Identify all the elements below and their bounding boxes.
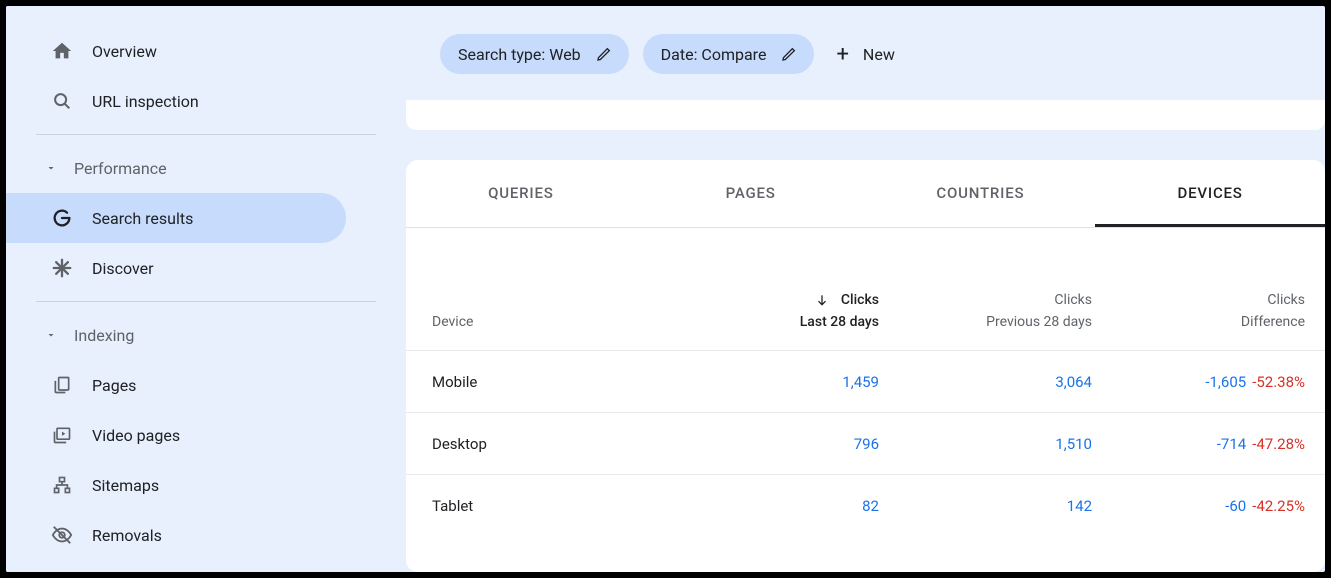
- cell-current: 1,459: [686, 373, 899, 391]
- new-label: New: [863, 45, 895, 64]
- filter-bar: Search type: Web Date: Compare + New: [406, 6, 1325, 100]
- divider: [36, 301, 376, 302]
- cell-current: 796: [686, 435, 899, 453]
- tab-pages[interactable]: PAGES: [636, 160, 866, 227]
- search-icon: [50, 89, 74, 113]
- plus-icon: +: [836, 42, 848, 67]
- tab-queries[interactable]: QUERIES: [406, 160, 636, 227]
- divider: [36, 134, 376, 135]
- arrow-down-icon: [815, 293, 829, 307]
- sidebar-item-pages[interactable]: Pages: [6, 360, 406, 410]
- tab-devices[interactable]: DEVICES: [1095, 160, 1325, 227]
- cell-previous: 3,064: [899, 373, 1112, 391]
- sidebar-item-video-pages[interactable]: Video pages: [6, 410, 406, 460]
- sidebar-item-label: Sitemaps: [92, 476, 159, 495]
- header-device[interactable]: Device: [406, 292, 686, 330]
- cell-diff: -1,605-52.38%: [1112, 373, 1325, 391]
- sidebar-item-search-results[interactable]: Search results: [6, 193, 346, 243]
- main-content: Search type: Web Date: Compare + New QUE…: [406, 6, 1325, 572]
- sidebar-item-overview[interactable]: Overview: [6, 26, 406, 76]
- video-pages-icon: [50, 423, 74, 447]
- sidebar-item-label: Pages: [92, 376, 136, 395]
- sidebar-item-label: URL inspection: [92, 92, 199, 111]
- cell-device: Tablet: [406, 497, 686, 515]
- google-g-icon: [50, 206, 74, 230]
- cell-diff: -60-42.25%: [1112, 497, 1325, 515]
- asterisk-icon: [50, 256, 74, 280]
- cell-previous: 1,510: [899, 435, 1112, 453]
- sidebar-item-label: Discover: [92, 259, 154, 278]
- sidebar: Overview URL inspection Performance Sear…: [6, 6, 406, 572]
- chip-label: Date: Compare: [661, 45, 767, 64]
- collapsed-card: [406, 100, 1325, 130]
- header-clicks-current[interactable]: Clicks Last 28 days: [686, 292, 899, 330]
- filter-chip-date[interactable]: Date: Compare: [643, 34, 815, 74]
- cell-previous: 142: [899, 497, 1112, 515]
- sidebar-item-label: Video pages: [92, 426, 180, 445]
- cell-current: 82: [686, 497, 899, 515]
- add-filter-button[interactable]: + New: [836, 42, 894, 67]
- sidebar-section-label: Indexing: [74, 326, 134, 345]
- table-row[interactable]: Desktop 796 1,510 -714-47.28%: [406, 413, 1325, 475]
- sidebar-item-removals[interactable]: Removals: [6, 510, 406, 560]
- filter-chip-search-type[interactable]: Search type: Web: [440, 34, 629, 74]
- header-clicks-previous[interactable]: Clicks Previous 28 days: [899, 292, 1112, 330]
- chip-label: Search type: Web: [458, 45, 581, 64]
- sidebar-item-discover[interactable]: Discover: [6, 243, 406, 293]
- sidebar-item-label: Search results: [92, 209, 193, 228]
- chevron-down-icon: [44, 328, 58, 342]
- pencil-icon: [595, 45, 613, 63]
- devices-card: QUERIES PAGES COUNTRIES DEVICES Device C…: [406, 160, 1325, 572]
- eye-off-icon: [50, 523, 74, 547]
- table-row[interactable]: Mobile 1,459 3,064 -1,605-52.38%: [406, 351, 1325, 413]
- header-clicks-difference[interactable]: Clicks Difference: [1112, 292, 1325, 330]
- tab-countries[interactable]: COUNTRIES: [866, 160, 1096, 227]
- cell-device: Mobile: [406, 373, 686, 391]
- home-icon: [50, 39, 74, 63]
- sidebar-item-url-inspection[interactable]: URL inspection: [6, 76, 406, 126]
- sitemaps-icon: [50, 473, 74, 497]
- tab-bar: QUERIES PAGES COUNTRIES DEVICES: [406, 160, 1325, 228]
- pages-icon: [50, 373, 74, 397]
- sidebar-section-indexing[interactable]: Indexing: [6, 310, 406, 360]
- sidebar-section-label: Performance: [74, 159, 167, 178]
- table-row[interactable]: Tablet 82 142 -60-42.25%: [406, 475, 1325, 537]
- pencil-icon: [780, 45, 798, 63]
- sidebar-item-label: Overview: [92, 42, 157, 61]
- cell-diff: -714-47.28%: [1112, 435, 1325, 453]
- table-header: Device Clicks Last 28 days Clicks Previo…: [406, 228, 1325, 351]
- sidebar-item-sitemaps[interactable]: Sitemaps: [6, 460, 406, 510]
- sidebar-section-performance[interactable]: Performance: [6, 143, 406, 193]
- chevron-down-icon: [44, 161, 58, 175]
- sidebar-item-label: Removals: [92, 526, 162, 545]
- cell-device: Desktop: [406, 435, 686, 453]
